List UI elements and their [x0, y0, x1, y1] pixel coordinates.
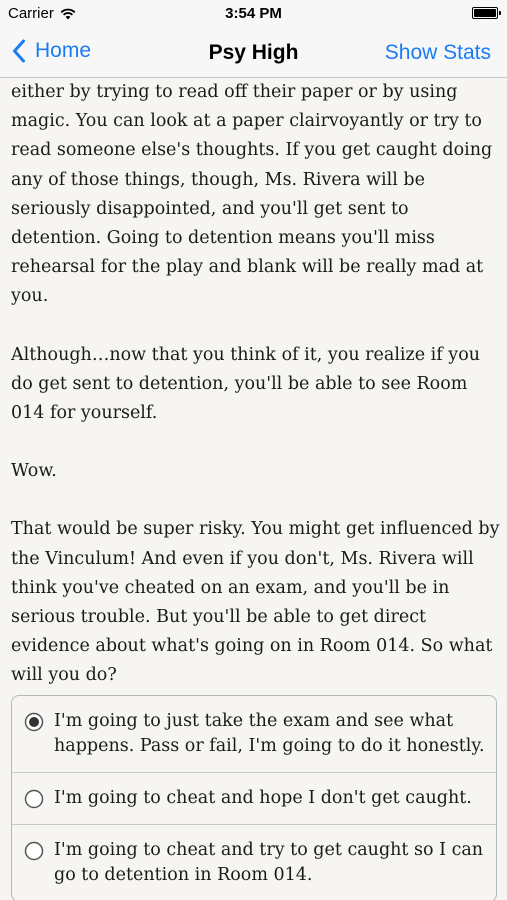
story-paragraph: either by trying to read off their paper… [11, 82, 493, 307]
story-paragraph: Wow. [11, 461, 57, 482]
battery-tip [499, 11, 501, 15]
choice-label: I'm going to cheat and hope I don't get … [54, 788, 472, 808]
battery-icon [472, 7, 498, 19]
choice-label: I'm going to just take the exam and see … [54, 711, 485, 756]
choice-list: I'm going to just take the exam and see … [11, 695, 497, 900]
battery-level [474, 9, 496, 17]
choice-option[interactable]: I'm going to cheat and hope I don't get … [12, 773, 496, 825]
choice-option[interactable]: I'm going to just take the exam and see … [12, 696, 496, 773]
show-stats-button[interactable]: Show Stats [385, 41, 491, 65]
radio-unselected-icon[interactable] [24, 841, 44, 861]
choice-label: I'm going to cheat and try to get caught… [54, 840, 484, 885]
radio-selected-icon[interactable] [24, 712, 44, 732]
choice-option[interactable]: I'm going to cheat and try to get caught… [12, 825, 496, 900]
status-time: 3:54 PM [225, 5, 282, 22]
story-paragraph: That would be super risky. You might get… [11, 519, 500, 686]
story-text: either by trying to read off their paper… [11, 78, 501, 720]
nav-bar: Home Psy High Show Stats [0, 28, 507, 78]
status-bar: Carrier 3:54 PM [0, 0, 507, 28]
story-paragraph: Although…now that you think of it, you r… [11, 344, 480, 424]
radio-unselected-icon[interactable] [24, 789, 44, 809]
